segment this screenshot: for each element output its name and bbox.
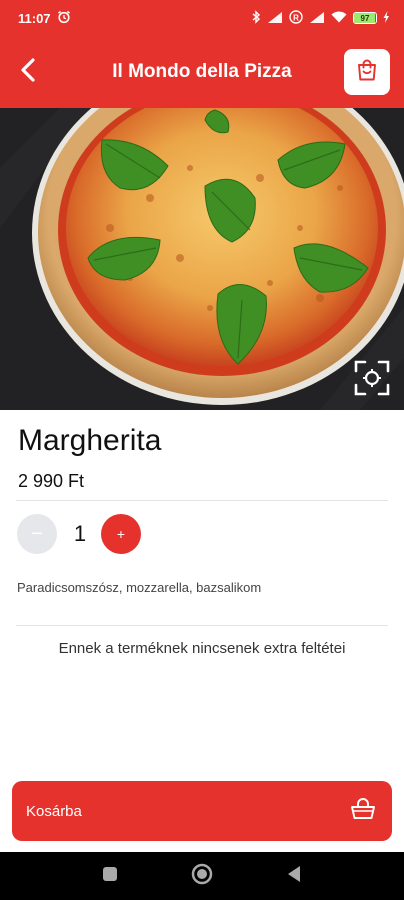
app-header: Il Mondo della Pizza — [0, 36, 404, 108]
add-to-cart-button[interactable]: Kosárba — [12, 781, 392, 841]
svg-text:R: R — [293, 13, 299, 22]
status-time: 11:07 — [18, 10, 51, 26]
add-to-cart-label: Kosárba — [26, 802, 82, 820]
recents-square-icon — [102, 866, 118, 887]
cellular-signal-icon-2 — [309, 11, 325, 26]
roaming-icon: R — [289, 9, 303, 27]
product-image — [0, 108, 404, 410]
cart-button[interactable] — [344, 49, 390, 95]
quantity-increase-button[interactable]: + — [101, 514, 141, 554]
charging-icon — [383, 10, 390, 26]
divider-top — [16, 500, 388, 501]
battery-percent: 97 — [360, 13, 370, 23]
alarm-icon — [57, 10, 71, 27]
recents-button[interactable] — [95, 861, 125, 891]
product-ingredients: Paradicsomszósz, mozzarella, bazsalikom — [17, 580, 262, 595]
fullscreen-button[interactable] — [352, 358, 392, 398]
battery-icon: 97 — [353, 12, 377, 24]
bluetooth-icon — [251, 9, 261, 27]
back-button[interactable] — [10, 52, 46, 92]
status-right: R 97 — [251, 9, 390, 27]
cellular-signal-icon — [267, 11, 283, 26]
system-nav-bar — [0, 852, 404, 900]
basket-icon — [350, 797, 376, 825]
fullscreen-scan-icon — [353, 359, 391, 397]
status-left: 11:07 — [18, 10, 71, 27]
back-triangle-icon — [286, 865, 302, 888]
quantity-decrease-button[interactable]: − — [17, 514, 57, 554]
shopping-bag-icon — [356, 58, 378, 87]
status-bar: 11:07 R 97 — [0, 0, 404, 36]
quantity-value: 1 — [73, 521, 87, 546]
wifi-icon — [331, 11, 347, 26]
page-title: Il Mondo della Pizza — [112, 61, 292, 82]
divider-bottom — [16, 625, 388, 626]
home-circle-icon — [191, 863, 213, 890]
product-price: 2 990 Ft — [18, 471, 85, 491]
pizza-illustration — [0, 108, 404, 410]
home-button[interactable] — [187, 861, 217, 891]
extras-note: Ennek a terméknek nincsenek extra feltét… — [58, 640, 346, 657]
system-back-button[interactable] — [279, 861, 309, 891]
chevron-left-icon — [20, 57, 36, 87]
product-name: Margherita — [18, 424, 162, 457]
